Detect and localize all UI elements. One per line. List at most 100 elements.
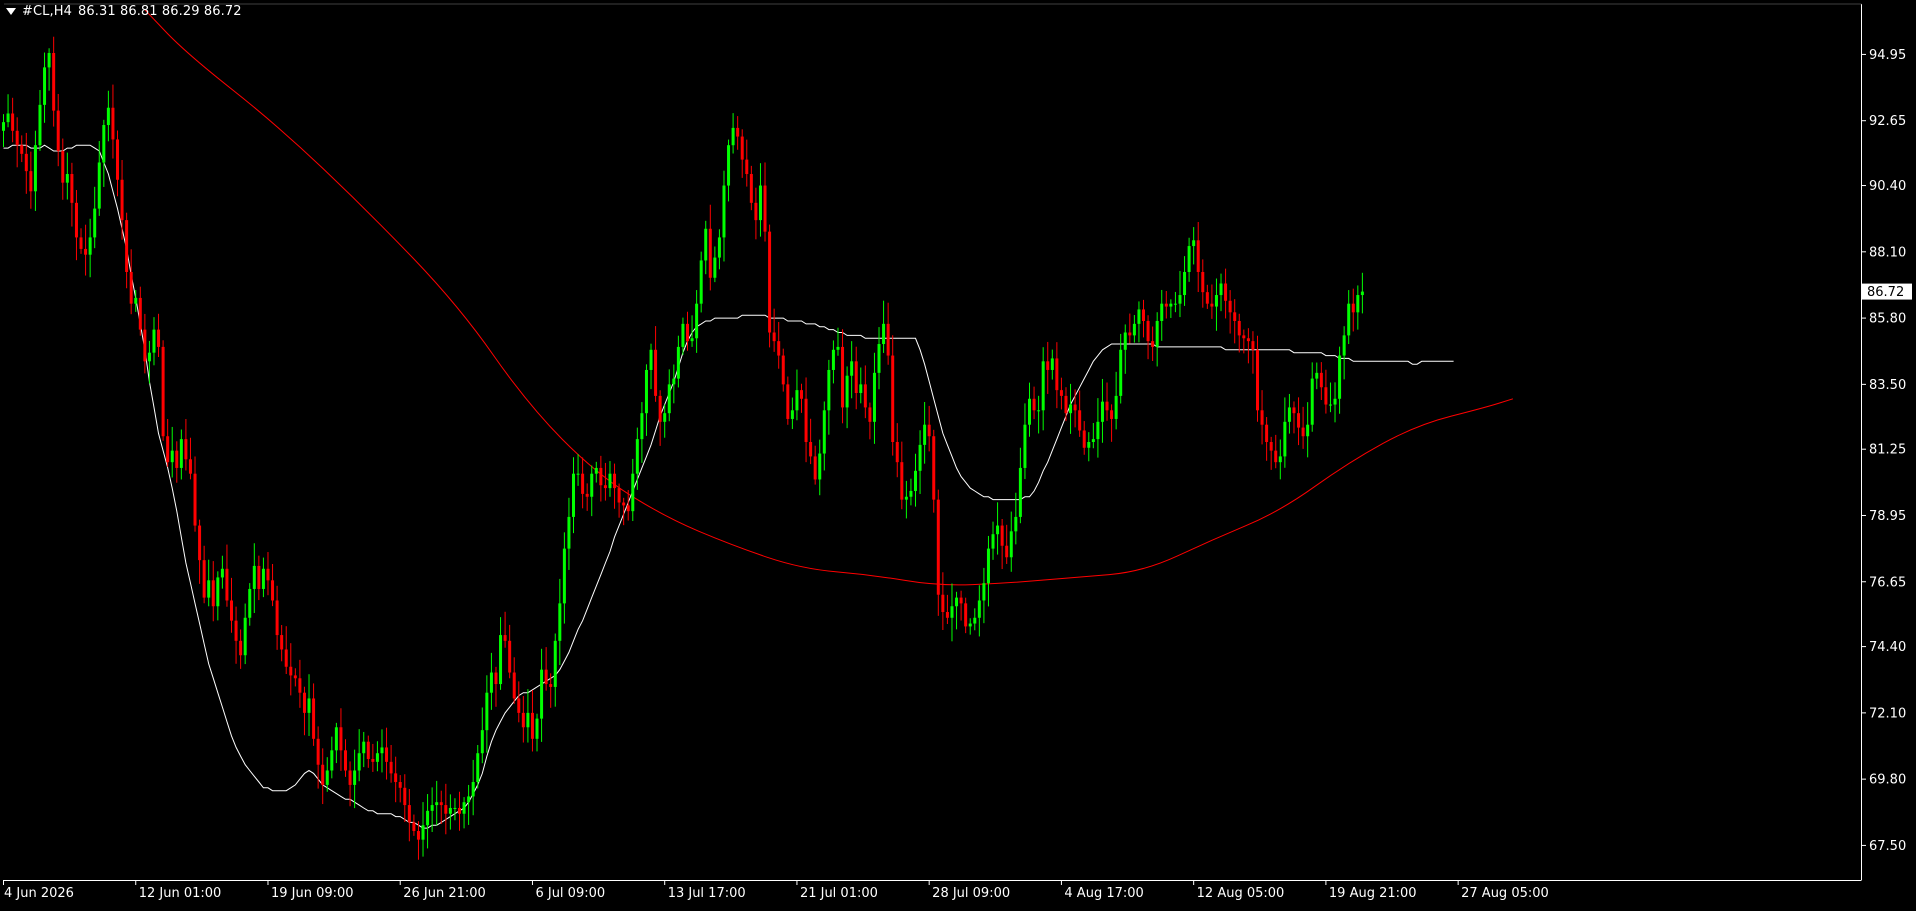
candle-body (850, 361, 854, 376)
candle-body (1196, 240, 1200, 272)
y-tick-label: 78.95 (1869, 509, 1906, 524)
candle-body (344, 750, 347, 771)
candle-body (599, 467, 603, 486)
candle-body (129, 271, 133, 304)
candle-body (61, 150, 65, 183)
candle-body (284, 649, 288, 667)
x-tick-label: 28 Jul 09:00 (932, 886, 1010, 901)
candle-body (266, 568, 270, 581)
candle-body (430, 805, 434, 811)
candle-body (175, 450, 179, 468)
y-tick-label: 76.65 (1869, 575, 1906, 590)
candle-body (831, 349, 835, 370)
candle-body (193, 473, 197, 526)
candle-body (444, 805, 448, 814)
price-chart[interactable]: 67.50 69.80 72.10 74.40 76.65 78.95 81.25 83.50… (0, 0, 1916, 907)
candle-body (672, 378, 676, 385)
candle-body (717, 237, 721, 258)
candle-body (562, 548, 566, 604)
candle-body (120, 179, 124, 221)
candle-body (43, 67, 47, 105)
candle-body (663, 413, 667, 422)
candle-body (863, 384, 867, 408)
y-tick-label: 74.40 (1869, 640, 1906, 655)
candle-body (239, 640, 243, 656)
candle-body (480, 730, 484, 754)
candle-body (827, 369, 831, 411)
candle-body (202, 560, 206, 598)
candle-body (786, 384, 790, 419)
candle-body (325, 770, 329, 785)
candle-body (225, 568, 229, 601)
candle-body (768, 231, 772, 333)
x-tick-label: 4 Aug 17:00 (1064, 886, 1143, 901)
candle-body (275, 600, 279, 636)
candle-body (804, 398, 808, 442)
candle-body (1242, 335, 1246, 339)
candle-body (535, 718, 539, 739)
candle-body (234, 620, 238, 641)
candle-body (1005, 545, 1009, 558)
candle-body (986, 548, 990, 584)
candle-body (170, 450, 174, 463)
candle-body (526, 712, 530, 728)
candle-body (56, 110, 60, 151)
candle-body (945, 612, 949, 618)
candle-body (1324, 387, 1328, 405)
candle-body (622, 502, 626, 506)
candle-body (530, 712, 534, 739)
candle-body (97, 162, 101, 209)
candle-body (818, 453, 822, 480)
candle-body (1205, 292, 1209, 304)
candle-body (581, 473, 585, 494)
candle-body (1110, 410, 1114, 419)
candle-body (52, 52, 56, 111)
candle-body (362, 741, 366, 754)
candle-body (740, 136, 744, 160)
candle-body (521, 712, 525, 728)
candle (161, 340, 165, 441)
candle-body (1160, 303, 1164, 321)
candle-body (1128, 332, 1132, 336)
candle-body (1287, 407, 1291, 422)
candle (699, 251, 703, 313)
candle-body (754, 202, 758, 221)
candle-body (631, 473, 635, 512)
candle-body (1009, 531, 1013, 558)
candle-body (147, 352, 151, 362)
candle-body (1169, 303, 1173, 307)
candle-body (695, 303, 699, 339)
candle-body (845, 375, 849, 408)
candle-body (1123, 332, 1127, 350)
candle-body (1283, 421, 1287, 457)
candle-body (1256, 349, 1259, 411)
candle-body (1351, 303, 1355, 313)
candle-body (813, 456, 817, 480)
candle-body (1050, 358, 1054, 370)
dropdown-triangle-icon[interactable] (6, 8, 16, 15)
candle-body (257, 565, 261, 589)
candle-body (1173, 303, 1177, 305)
x-tick-label: 26 Jun 21:00 (403, 886, 486, 901)
candle-body (1224, 283, 1228, 301)
candle-body (1146, 320, 1150, 342)
candle-body (407, 805, 411, 823)
candle-body (1046, 361, 1050, 370)
candle-body (699, 260, 703, 304)
candle-body (800, 390, 803, 399)
candle-body (1333, 398, 1337, 405)
candle-body (1114, 395, 1118, 419)
x-tick-label: 13 Jul 17:00 (668, 886, 746, 901)
candle-body (307, 698, 311, 713)
candle-body (1356, 295, 1360, 313)
candle-body (1306, 424, 1310, 437)
candle-body (439, 802, 443, 806)
chart-area[interactable]: 67.50 69.80 72.10 74.40 76.65 78.95 81.25 83.50… (0, 0, 1916, 907)
candle-body (29, 171, 33, 192)
candle-body (11, 113, 15, 131)
candle-body (763, 185, 767, 232)
x-tick-label: 27 Aug 05:00 (1461, 886, 1549, 901)
candle-body (936, 499, 940, 595)
candle-body (448, 807, 452, 814)
candle-body (302, 692, 306, 713)
